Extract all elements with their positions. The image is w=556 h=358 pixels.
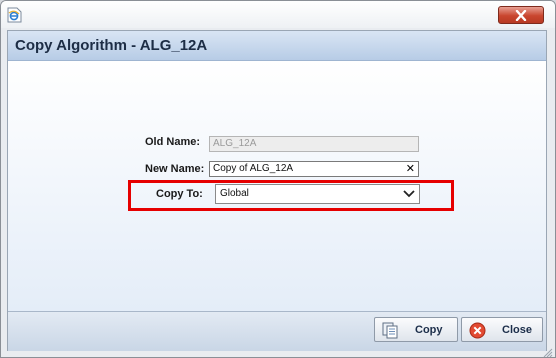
clear-x-icon[interactable]: ✕ [406, 164, 415, 175]
copy-icon [382, 322, 399, 342]
close-icon [515, 10, 527, 21]
window-titlebar [1, 1, 555, 28]
new-name-value: Copy of ALG_12A [213, 163, 294, 174]
copy-to-select[interactable]: Global [215, 184, 420, 204]
dialog-window: Copy Algorithm - ALG_12A Old Name: ALG_1… [0, 0, 556, 358]
new-name-field[interactable]: Copy of ALG_12A ✕ [209, 161, 419, 177]
close-button[interactable]: Close [461, 317, 543, 342]
copy-to-value: Global [220, 188, 249, 199]
dialog-title: Copy Algorithm - ALG_12A [15, 37, 208, 54]
new-name-label: New Name: [145, 163, 205, 175]
dialog-body: Old Name: ALG_12A New Name: Copy of ALG_… [8, 61, 546, 311]
copy-algorithm-dialog: Copy Algorithm - ALG_12A Old Name: ALG_1… [7, 30, 547, 351]
copy-to-label: Copy To: [156, 188, 203, 200]
old-name-label: Old Name: [145, 136, 201, 148]
close-button-label: Close [502, 324, 532, 336]
ie-page-icon [7, 7, 22, 23]
close-circle-icon [469, 322, 486, 342]
copy-button[interactable]: Copy [374, 317, 458, 342]
copy-button-label: Copy [415, 324, 443, 336]
resize-grip[interactable] [543, 345, 553, 357]
chevron-down-icon [403, 190, 415, 202]
dialog-header: Copy Algorithm - ALG_12A [8, 31, 546, 61]
window-close-button[interactable] [498, 6, 544, 24]
dialog-footer: Copy Close [8, 311, 546, 351]
old-name-field: ALG_12A [209, 136, 419, 152]
